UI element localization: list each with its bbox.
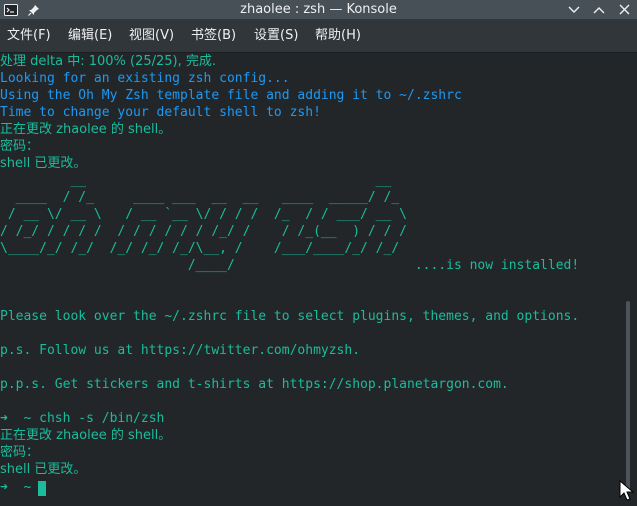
terminal-line: 正在更改 zhaolee 的 shell。 [0, 122, 172, 137]
terminal-line: Looking for an existing zsh config... [0, 71, 290, 86]
window-title: zhaolee : zsh — Konsole [240, 2, 397, 17]
scrollbar-thumb[interactable] [626, 301, 630, 491]
ascii-art-line: __ __ [0, 173, 392, 188]
menu-file[interactable]: 文件(F) [7, 27, 51, 45]
ascii-art-line: ____ / /_ ____ ___ __ __ ____ _____/ /_ [0, 190, 400, 205]
terminal-line: 密码： [0, 139, 40, 154]
terminal-prompt-line: ➜ ~ [0, 480, 40, 495]
chevron-up-icon[interactable] [592, 1, 606, 18]
mouse-pointer-icon [619, 479, 635, 506]
terminal-scrollbar[interactable] [620, 53, 637, 504]
chevron-down-icon[interactable] [567, 1, 581, 18]
terminal-line: 密码： [0, 445, 40, 460]
terminal-line: Time to change your default shell to zsh… [0, 105, 321, 120]
ascii-art-line: / /_/ / / / / / / / / / / /_/ / / /_(__ … [0, 224, 407, 239]
terminal-line: Please look over the ~/.zshrc file to se… [0, 309, 580, 324]
terminal-line: p.p.s. Get stickers and t-shirts at http… [0, 377, 509, 392]
menu-settings[interactable]: 设置(S) [254, 27, 298, 45]
window-titlebar[interactable]: zhaolee : zsh — Konsole [0, 0, 637, 19]
terminal-line: shell 已更改。 [0, 156, 87, 171]
terminal-line: shell 已更改。 [0, 462, 87, 477]
terminal-line: 处理 delta 中: 100% (25/25), 完成. [0, 54, 217, 69]
terminal-line: p.s. Follow us at https://twitter.com/oh… [0, 343, 361, 358]
menu-bar: 文件(F) 编辑(E) 视图(V) 书签(B) 设置(S) 帮助(H) [0, 19, 637, 53]
terminal-line: Using the Oh My Zsh template file and ad… [0, 88, 462, 103]
ascii-art-line: / __ \/ __ \ / __ `__ \/ / / / /_ / / __… [0, 207, 407, 222]
menu-edit[interactable]: 编辑(E) [68, 27, 112, 45]
terminal-line: 正在更改 zhaolee 的 shell。 [0, 428, 172, 443]
terminal-prompt-line: ➜ ~ chsh -s /bin/zsh [0, 411, 165, 426]
close-icon[interactable] [617, 1, 631, 18]
menu-bookmarks[interactable]: 书签(B) [191, 27, 236, 45]
menu-help[interactable]: 帮助(H) [315, 27, 361, 45]
text-cursor [38, 481, 46, 496]
ascii-art-line: \____/_/ /_/ /_/ /_/ /_/\__, / /___/____… [0, 241, 400, 256]
menu-view[interactable]: 视图(V) [129, 27, 174, 45]
terminal-output[interactable]: 处理 delta 中: 100% (25/25), 完成. Looking fo… [0, 53, 620, 504]
ascii-art-line: /____/ ....is now installed! [0, 258, 580, 273]
